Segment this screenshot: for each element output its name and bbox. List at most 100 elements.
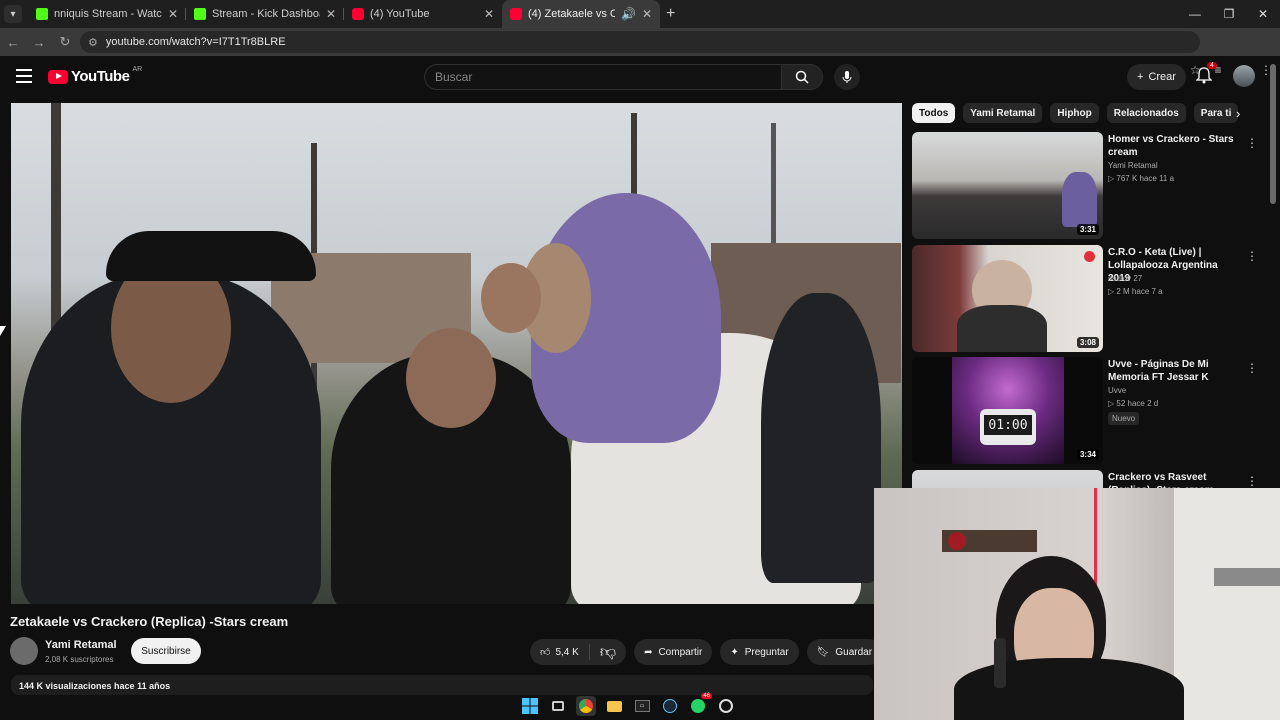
site-info-icon[interactable]: ⚙ <box>88 36 98 49</box>
plus-icon: + <box>1137 71 1144 83</box>
whatsapp-badge: 46 <box>701 693 712 699</box>
share-icon: ➦ <box>644 646 653 658</box>
tab-youtube-video[interactable]: (4) Zetakaele vs Crackero (R 🔊 ✕ <box>502 0 660 28</box>
video-thumbnail[interactable]: 3:08 <box>912 245 1103 352</box>
tab-title: (4) YouTube <box>370 8 430 20</box>
channel-name[interactable]: Yami Retamal <box>45 639 117 651</box>
bookmark-icon: 🔖︎ <box>816 646 830 658</box>
save-label: Guardar <box>835 646 873 658</box>
chip-channel[interactable]: Yami Retamal <box>963 103 1043 123</box>
url-field[interactable]: ⚙ youtube.com/watch?v=I7T1Tr8BLRE <box>80 31 1200 53</box>
chip-related[interactable]: Relacionados <box>1106 103 1186 123</box>
recommendation-item[interactable]: Crackero vs Rasveet (Replica) -Stars cre… <box>912 470 1262 488</box>
thumbs-down-icon: 👎︎ <box>599 643 617 661</box>
like-count: 5,4 K <box>555 646 579 658</box>
ask-button[interactable]: ✦ Preguntar <box>720 639 799 665</box>
app-icon[interactable] <box>716 696 736 716</box>
steam-icon[interactable] <box>660 696 680 716</box>
search-input[interactable]: Buscar <box>424 64 782 90</box>
channel-avatar[interactable] <box>10 637 38 665</box>
more-options-icon[interactable]: ⋮ <box>1246 249 1258 263</box>
recommendation-item[interactable]: 01:00 3:34 Uvve - Páginas De Mi Memoria … <box>912 357 1262 465</box>
tab-search-button[interactable]: ▾ <box>4 5 22 23</box>
chevron-right-icon[interactable]: › <box>1236 106 1240 121</box>
youtube-logo[interactable]: YouTube AR <box>48 66 142 85</box>
chip-for-you[interactable]: Para ti <box>1193 103 1239 123</box>
filter-chips: Todos Yami Retamal Hiphop Relacionados P… <box>912 103 1239 123</box>
tab-kick-dashboard[interactable]: Stream - Kick Dashboard ✕ <box>186 0 344 28</box>
thumbs-up-icon: 👍︎ <box>540 647 551 658</box>
video-thumbnail[interactable] <box>912 470 1103 488</box>
minimize-button[interactable]: — <box>1178 0 1212 28</box>
chip-all[interactable]: Todos <box>912 103 956 123</box>
like-button[interactable]: 👍︎ 5,4 K <box>530 644 590 660</box>
notifications-button[interactable]: 4 <box>1195 62 1217 86</box>
whatsapp-icon[interactable]: 46 <box>688 693 712 716</box>
save-button[interactable]: 🔖︎ Guardar <box>806 639 883 665</box>
tab-title: Stream - Kick Dashboard <box>212 8 320 20</box>
windows-start-icon[interactable] <box>520 696 540 716</box>
dislike-button[interactable]: 👎︎ <box>590 643 626 662</box>
back-icon[interactable]: ← <box>0 35 26 50</box>
recommendation-title: Crackero vs Rasveet (Replica) -Stars cre… <box>1108 472 1214 488</box>
page-scrollbar[interactable] <box>1270 64 1276 204</box>
hamburger-menu-icon[interactable] <box>16 69 32 87</box>
speaker-icon[interactable]: 🔊 <box>621 7 636 21</box>
more-options-icon[interactable]: ⋮ <box>1246 474 1258 488</box>
obs-app-icon[interactable]: ▭ <box>632 696 652 716</box>
more-options-icon[interactable]: ⋮ <box>1246 361 1258 375</box>
close-icon[interactable]: ✕ <box>168 7 178 21</box>
close-icon[interactable]: ✕ <box>484 7 494 21</box>
kick-icon <box>194 8 206 20</box>
more-options-icon[interactable]: ⋮ <box>1246 136 1258 150</box>
create-button[interactable]: + Crear <box>1127 64 1186 90</box>
restore-button[interactable]: ❐ <box>1212 0 1246 28</box>
windows-taskbar: ▭ 46 <box>520 693 736 718</box>
new-badge: Nuevo <box>1108 412 1140 425</box>
recommendation-item[interactable]: 3:31 Homer vs Crackero - Stars cream Yam… <box>912 132 1262 240</box>
youtube-header: YouTube AR Buscar + Crear 4 <box>0 56 1280 98</box>
video-actions: 👍︎ 5,4 K 👎︎ ➦ Compartir ✦ Preguntar 🔖︎ G… <box>530 639 883 665</box>
duration-badge: 3:08 <box>1076 337 1099 348</box>
chip-hiphop[interactable]: Hiphop <box>1050 103 1099 123</box>
recommendation-channel: sadlov 27 <box>1108 274 1143 283</box>
voice-search-button[interactable] <box>834 64 860 90</box>
address-bar: ← → ↻ ⚙ youtube.com/watch?v=I7T1Tr8BLRE … <box>0 28 1280 77</box>
tab-youtube-home[interactable]: (4) YouTube ✕ <box>344 0 502 28</box>
video-thumbnail[interactable]: 3:31 <box>912 132 1103 239</box>
close-icon[interactable]: ✕ <box>326 7 336 21</box>
close-icon[interactable]: ✕ <box>642 7 652 21</box>
description-box[interactable]: 144 K visualizaciones hace 11 años <box>11 675 873 695</box>
logo-text: YouTube <box>71 68 130 85</box>
subscribe-button[interactable]: Suscribirse <box>131 638 201 664</box>
close-window-button[interactable]: ✕ <box>1246 0 1280 28</box>
search-placeholder: Buscar <box>435 70 473 84</box>
youtube-icon <box>510 8 522 20</box>
tab-kick-stream[interactable]: nniquis Stream - Watch Live on ✕ <box>28 0 186 28</box>
share-button[interactable]: ➦ Compartir <box>634 639 713 665</box>
recommendation-title: Homer vs Crackero - Stars cream <box>1108 134 1234 158</box>
search-icon <box>795 70 809 84</box>
search-button[interactable] <box>781 64 823 90</box>
window-controls: — ❐ ✕ <box>1178 0 1280 28</box>
avatar[interactable] <box>1233 65 1255 87</box>
recommendation-channel: Yami Retamal <box>1108 161 1158 170</box>
views-and-date: 144 K visualizaciones hace 11 años <box>19 681 171 691</box>
recommendation-item[interactable]: 3:08 C.R.O - Keta (Live) | Lollapalooza … <box>912 245 1262 353</box>
kick-icon <box>36 8 48 20</box>
recommendation-meta: 767 K hace 11 a <box>1116 174 1175 183</box>
reload-icon[interactable]: ↻ <box>52 34 78 50</box>
forward-icon[interactable]: → <box>26 35 52 50</box>
video-thumbnail[interactable]: 01:00 3:34 <box>912 357 1103 464</box>
video-player[interactable] <box>11 103 902 604</box>
recommendation-title: Uvve - Páginas De Mi Memoria FT Jessar K <box>1108 359 1209 383</box>
url-text: youtube.com/watch?v=I7T1Tr8BLRE <box>105 36 286 48</box>
subscriber-count: 2,08 K suscriptores <box>45 655 114 664</box>
chrome-icon[interactable] <box>576 696 596 716</box>
create-label: Crear <box>1148 71 1176 83</box>
new-tab-button[interactable]: + <box>666 5 675 23</box>
browser-tab-bar: ▾ nniquis Stream - Watch Live on ✕ Strea… <box>0 0 1280 28</box>
youtube-play-icon <box>48 69 68 84</box>
file-explorer-icon[interactable] <box>604 696 624 716</box>
task-view-icon[interactable] <box>548 696 568 716</box>
